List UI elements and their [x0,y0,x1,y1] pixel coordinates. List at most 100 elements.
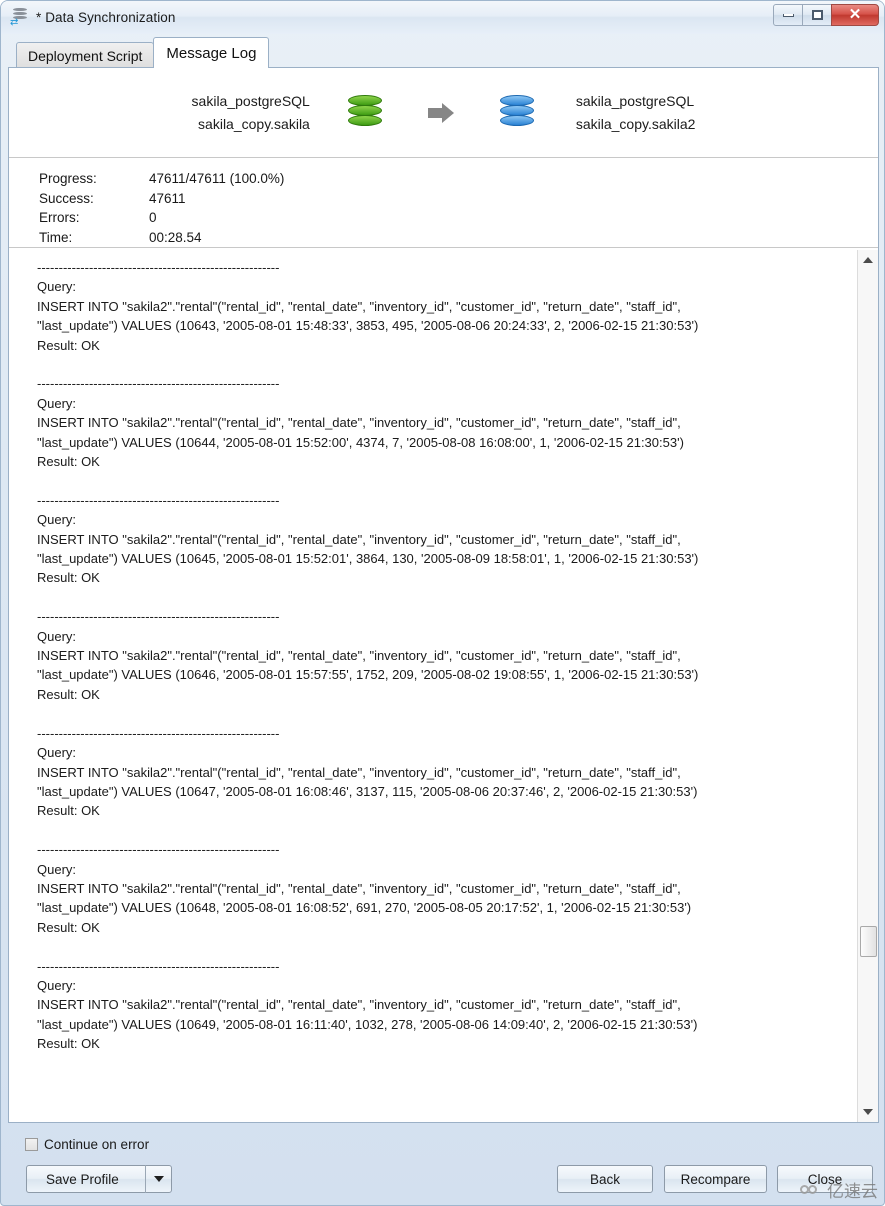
log-query-line: "last_update") VALUES (10644, '2005-08-0… [37,434,684,450]
stat-value: 47611/47611 (100.0%) [149,171,285,186]
dialog-buttons: Save Profile Back Recompare Close [8,1165,879,1195]
target-schema-name: sakila_copy.sakila2 [575,115,696,132]
log-result: Result: OK [37,1036,100,1052]
close-icon: ✕ [848,6,862,23]
stat-value: 00:28.54 [149,229,202,245]
log-query-line: "last_update") VALUES (10645, '2005-08-0… [37,551,699,567]
log-query-line: INSERT INTO "sakila2"."rental"("rental_i… [37,531,681,547]
tab-label: Deployment Script [28,47,143,64]
log-query-label: Query: [37,861,77,877]
log-query-line: "last_update") VALUES (10643, '2005-08-0… [37,318,699,334]
scrollbar-thumb[interactable] [860,926,877,957]
caret-up-icon [863,257,873,263]
log-query-line: INSERT INTO "sakila2"."rental"("rental_i… [37,880,681,896]
sync-endpoints-header: sakila_postgreSQL sakila_copy.sakila sak… [9,68,878,158]
watermark-text: 亿速云 [827,1182,878,1202]
target-endpoint: sakila_postgreSQL sakila_copy.sakila2 [576,90,696,136]
log-query-label: Query: [37,977,77,993]
watermark: 亿速云 [800,1177,878,1202]
stat-value: 47611 [149,190,186,206]
log-area: ----------------------------------------… [9,250,878,1122]
continue-on-error-checkbox[interactable] [25,1138,38,1151]
scroll-up-button[interactable] [858,250,878,270]
stat-time: Time: 00:28.54 [39,228,878,248]
stat-success: Success: 47611 [39,189,878,209]
source-endpoint: sakila_postgreSQL sakila_copy.sakila [192,90,310,136]
log-query-label: Query: [37,395,77,411]
log-separator: ----------------------------------------… [37,725,280,741]
log-query-label: Query: [37,512,77,528]
message-log-panel: sakila_postgreSQL sakila_copy.sakila sak… [8,67,879,1123]
source-schema-name: sakila_copy.sakila [198,115,310,132]
save-profile-label: Save Profile [46,1171,119,1187]
stat-label: Success: [39,190,94,206]
stat-errors: Errors: 0 [39,208,878,228]
title-bar: ⇄ * Data Synchronization ✕ [1,1,884,34]
log-blank-line [37,355,853,374]
log-blank-line [37,471,853,490]
window-title: * Data Synchronization [36,10,176,25]
tab-label: Message Log [166,44,257,62]
log-separator: ----------------------------------------… [37,492,280,508]
log-separator: ----------------------------------------… [37,260,280,275]
scroll-down-button[interactable] [858,1102,878,1122]
minimize-button[interactable] [773,4,803,26]
log-separator: ----------------------------------------… [37,609,280,625]
chevron-down-icon [153,1176,164,1182]
maximize-button[interactable] [802,4,832,26]
log-result: Result: OK [37,337,100,353]
save-profile-dropdown-button[interactable] [145,1165,171,1193]
data-synchronization-window: ⇄ * Data Synchronization ✕ Deployment Sc… [0,0,885,1206]
log-scrollbar[interactable] [857,250,878,1122]
target-database-icon [499,93,538,133]
log-result: Result: OK [37,919,100,935]
log-separator: ----------------------------------------… [37,842,280,858]
source-connection-name: sakila_postgreSQL [191,92,310,109]
log-query-label: Query: [37,279,77,295]
recompare-label: Recompare [680,1171,751,1187]
back-button[interactable]: Back [557,1165,653,1193]
watermark-logo-icon [800,1182,822,1198]
log-query-label: Query: [37,745,77,761]
log-separator: ----------------------------------------… [37,958,280,974]
log-query-line: INSERT INTO "sakila2"."rental"("rental_i… [37,648,681,664]
tab-message-log[interactable]: Message Log [153,37,270,68]
continue-on-error-label: Continue on error [44,1137,150,1152]
log-query-line: "last_update") VALUES (10649, '2005-08-0… [37,1016,698,1032]
log-query-line: INSERT INTO "sakila2"."rental"("rental_i… [37,997,681,1013]
maximize-icon [811,10,823,20]
target-connection-name: sakila_postgreSQL [575,92,695,109]
stat-label: Errors: [39,210,80,225]
log-separator: ----------------------------------------… [37,376,280,392]
caret-down-icon [863,1109,873,1115]
log-query-line: "last_update") VALUES (10648, '2005-08-0… [37,900,692,916]
progress-stats: Progress: 47611/47611 (100.0%) Success: … [9,158,878,248]
window-controls: ✕ [773,4,879,27]
log-query-label: Query: [37,628,77,644]
dialog-footer: Continue on error Save Profile Back Reco… [8,1123,879,1195]
tab-strip: Deployment Script Message Log [8,37,879,68]
log-query-line: "last_update") VALUES (10646, '2005-08-0… [37,667,699,683]
log-query-line: "last_update") VALUES (10647, '2005-08-0… [37,783,698,799]
log-result: Result: OK [37,570,100,586]
log-query-line: INSERT INTO "sakila2"."rental"("rental_i… [37,415,681,431]
log-result: Result: OK [37,803,100,819]
log-query-line: INSERT INTO "sakila2"."rental"("rental_i… [37,298,681,314]
data-sync-icon: ⇄ [10,8,29,28]
log-text[interactable]: ----------------------------------------… [9,250,857,1122]
log-result: Result: OK [37,686,100,702]
stat-progress: Progress: 47611/47611 (100.0%) [39,169,878,189]
tab-deployment-script[interactable]: Deployment Script [16,42,155,68]
log-result: Result: OK [37,454,100,470]
source-database-icon [347,93,386,133]
stat-label: Time: [39,229,73,245]
save-profile-button[interactable]: Save Profile [26,1165,172,1193]
back-label: Back [589,1171,620,1187]
recompare-button[interactable]: Recompare [664,1165,767,1193]
log-blank-line [37,588,853,607]
minimize-icon [782,13,794,17]
arrow-right-icon [427,102,458,124]
continue-on-error-row[interactable]: Continue on error [25,1137,149,1152]
close-window-button[interactable]: ✕ [831,4,879,26]
log-blank-line [37,937,853,956]
